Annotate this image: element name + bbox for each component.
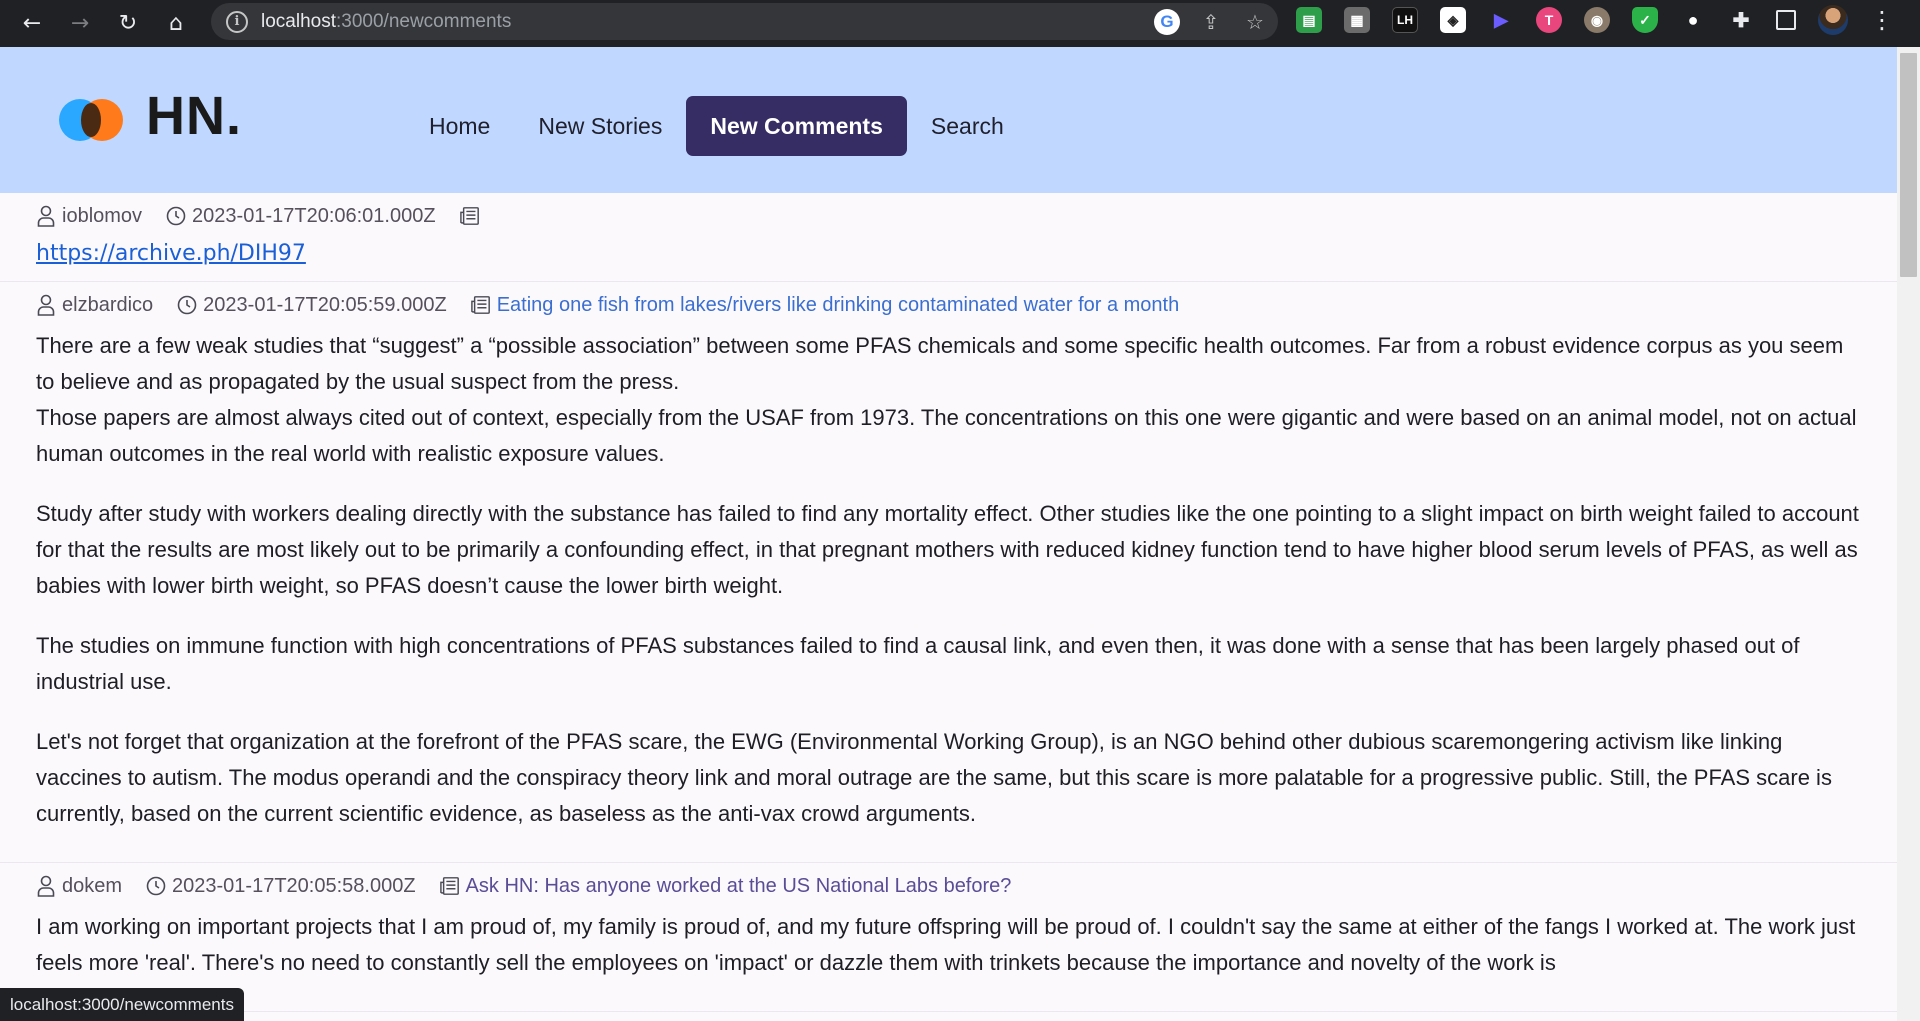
comment-paragraph: Let's not forget that organization at th… xyxy=(36,729,1832,826)
comment-meta: elzbardico 2023-01-17T20:05:59.000Z Eati… xyxy=(36,282,1861,328)
comment-paragraph: The studies on immune function with high… xyxy=(36,633,1800,694)
comments-feed: ioblomov 2023-01-17T20:06:01.000Z https:… xyxy=(0,193,1897,1012)
clock-icon xyxy=(146,875,166,897)
folder-extension-icon[interactable]: ▤ xyxy=(1296,7,1322,33)
comment-body: I am working on important projects that … xyxy=(36,909,1861,981)
comment-author[interactable]: elzbardico xyxy=(62,294,153,317)
logo-text[interactable]: HN. xyxy=(146,85,242,147)
menu-dots-icon[interactable]: ⋮ xyxy=(1870,6,1894,34)
comment-body: https://archive.ph/DIH97 xyxy=(36,239,1861,281)
url-text[interactable]: localhost:3000/newcomments xyxy=(261,11,511,33)
panda-extension-icon[interactable]: ● xyxy=(1680,7,1706,33)
owl-extension-icon[interactable]: ◉ xyxy=(1584,7,1610,33)
comment-meta: ioblomov 2023-01-17T20:06:01.000Z xyxy=(36,193,1861,239)
comment-time: 2023-01-17T20:05:59.000Z xyxy=(203,293,447,316)
story-icon xyxy=(439,875,460,897)
comment-paragraph: There are a few weak studies that “sugge… xyxy=(36,333,1857,466)
comment-author[interactable]: dokem xyxy=(62,875,122,898)
google-icon[interactable]: G xyxy=(1154,8,1180,35)
puzzle-extensions-icon[interactable]: ✚ xyxy=(1728,7,1754,33)
comment-item: elzbardico 2023-01-17T20:05:59.000Z Eati… xyxy=(0,282,1897,863)
comment-item: ioblomov 2023-01-17T20:06:01.000Z https:… xyxy=(0,193,1897,282)
comment-time: 2023-01-17T20:06:01.000Z xyxy=(192,204,436,227)
forward-icon[interactable]: → xyxy=(56,4,104,44)
clock-icon xyxy=(166,205,186,227)
play-extension-icon[interactable]: ▶ xyxy=(1488,7,1514,33)
link-status-bubble: localhost:3000/newcomments xyxy=(0,988,244,1021)
page-scrollbar[interactable] xyxy=(1897,47,1920,1021)
address-bar[interactable]: i localhost:3000/newcomments G ⇪ ☆ xyxy=(211,3,1278,40)
user-icon xyxy=(36,205,56,227)
nav-home[interactable]: Home xyxy=(405,96,514,156)
user-icon xyxy=(36,294,56,316)
comment-body: There are a few weak studies that “sugge… xyxy=(36,328,1861,832)
nav-search[interactable]: Search xyxy=(907,96,1028,156)
main-nav: Home New Stories New Comments Search xyxy=(405,96,1028,156)
story-icon xyxy=(470,294,491,316)
reload-icon[interactable]: ↻ xyxy=(104,4,152,44)
user-icon xyxy=(36,875,56,897)
comment-story-link[interactable]: Eating one fish from lakes/rivers like d… xyxy=(497,294,1180,317)
comment-author[interactable]: ioblomov xyxy=(62,205,142,228)
shield-extension-icon[interactable]: ✓ xyxy=(1632,7,1658,33)
scrollbar-thumb[interactable] xyxy=(1900,53,1917,277)
profile-avatar[interactable] xyxy=(1818,5,1848,35)
site-info-icon[interactable]: i xyxy=(226,10,248,33)
logo-icon[interactable] xyxy=(59,99,123,141)
comment-time: 2023-01-17T20:05:58.000Z xyxy=(172,874,416,897)
bookmark-star-icon[interactable]: ☆ xyxy=(1242,9,1268,35)
comment-paragraph: I am working on important projects that … xyxy=(36,914,1856,975)
story-icon xyxy=(459,205,480,227)
clock-icon xyxy=(177,294,197,316)
browser-toolbar: ← → ↻ ⌂ i localhost:3000/newcomments G ⇪… xyxy=(0,0,1920,47)
share-icon[interactable]: ⇪ xyxy=(1198,9,1224,35)
comment-paragraph: Study after study with workers dealing d… xyxy=(36,501,1859,598)
home-icon[interactable]: ⌂ xyxy=(152,4,200,44)
back-icon[interactable]: ← xyxy=(8,4,56,44)
image-extension-icon[interactable]: ▦ xyxy=(1344,7,1370,33)
nav-new-stories[interactable]: New Stories xyxy=(514,96,686,156)
tag-extension-icon[interactable]: ◈ xyxy=(1440,7,1466,33)
lighthouse-extension-icon[interactable]: LH xyxy=(1392,7,1418,33)
comment-url-link[interactable]: https://archive.ph/DIH97 xyxy=(36,241,306,266)
comment-story-link[interactable]: Ask HN: Has anyone worked at the US Nati… xyxy=(466,875,1012,898)
comment-meta: dokem 2023-01-17T20:05:58.000Z Ask HN: H… xyxy=(36,863,1861,909)
side-panel-icon[interactable] xyxy=(1776,10,1796,30)
comment-item: dokem 2023-01-17T20:05:58.000Z Ask HN: H… xyxy=(0,863,1897,1012)
site-header: HN. Home New Stories New Comments Search xyxy=(0,47,1897,193)
t-extension-icon[interactable]: T xyxy=(1536,7,1562,33)
nav-new-comments[interactable]: New Comments xyxy=(686,96,907,156)
